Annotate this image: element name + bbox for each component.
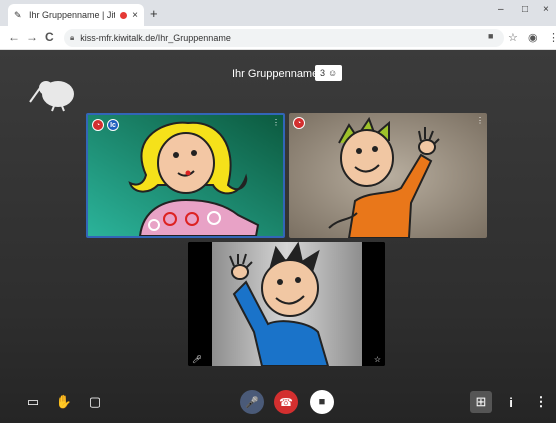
boy-blue-drawing	[188, 242, 385, 366]
star-icon[interactable]: ☆	[374, 355, 381, 364]
mic-muted-icon: 🎤	[245, 396, 259, 409]
room-name: Ihr Gruppenname	[232, 68, 319, 80]
url-field[interactable]: 🔒︎ kiss-mfr.kiwitalk.de/Ihr_Gruppenname	[64, 29, 504, 47]
camera-permission-icon[interactable]: ■	[488, 31, 493, 41]
video-tile-girl[interactable]: ◔ Ic ⋮	[86, 113, 285, 238]
browser-menu-icon[interactable]: ⋮	[548, 31, 556, 44]
maximize-button[interactable]: □	[522, 4, 528, 15]
kiwi-logo-icon	[29, 81, 74, 112]
tab-title: Ihr Gruppenname | Jitsi Meet	[29, 10, 115, 20]
address-bar-row: ← → C 🔒︎ kiss-mfr.kiwitalk.de/Ihr_Gruppe…	[0, 26, 556, 50]
chat-button[interactable]: ▢	[84, 391, 106, 413]
muted-mic-icon: 🎤︎	[192, 355, 203, 364]
hangup-button[interactable]: ☎	[274, 390, 298, 414]
tab-close-icon[interactable]: ×	[132, 10, 138, 21]
forward-button[interactable]: →	[26, 30, 38, 44]
tile-menu-icon[interactable]: ⋮	[272, 118, 280, 127]
girl-drawing	[88, 115, 283, 236]
meeting-toolbar: ▭ ✋ ▢ 🎤 ☎ ■ ⊞ i ⋮	[0, 383, 556, 423]
close-window-button[interactable]: ×	[543, 4, 549, 15]
camera-icon: ■	[318, 396, 326, 408]
video-tile-boy-orange[interactable]: ◔ ⋮	[289, 113, 487, 238]
camera-toggle-button[interactable]: ■	[310, 390, 334, 414]
hangup-icon: ☎	[279, 396, 293, 409]
url-text: kiss-mfr.kiwitalk.de/Ihr_Gruppenname	[80, 33, 231, 43]
profile-icon[interactable]: ◉	[528, 31, 538, 44]
meeting-stage: Ihr Gruppenname 3 ☺ ◔ Ic ⋮ ◔ ⋮ 🎤︎ ☆ ▭ ✋ …	[0, 50, 556, 423]
recording-indicator-icon	[120, 11, 128, 19]
boy-orange-drawing	[289, 113, 487, 238]
minimize-button[interactable]: –	[498, 4, 504, 15]
browser-tab-strip: ✎ Ihr Gruppenname | Jitsi Meet × + – □ ×	[0, 0, 556, 26]
participant-count-badge[interactable]: 3 ☺	[315, 65, 343, 81]
screen-share-button[interactable]: ▭	[22, 391, 44, 413]
info-button[interactable]: i	[500, 391, 522, 413]
participants-icon: ☺	[328, 68, 338, 78]
participant-count: 3	[320, 68, 326, 78]
speaker-stats-icon-2: ◔	[293, 117, 305, 129]
reload-button[interactable]: C	[45, 30, 54, 44]
more-actions-button[interactable]: ⋮	[530, 391, 552, 413]
back-button[interactable]: ←	[8, 30, 20, 44]
jitsi-favicon-icon: ✎	[14, 10, 22, 20]
video-tile-boy-blue[interactable]: 🎤︎ ☆	[188, 242, 385, 366]
speaker-stats-icon: ◔	[92, 119, 104, 131]
tile-menu-icon-2[interactable]: ⋮	[476, 116, 484, 125]
lock-icon: 🔒︎	[70, 33, 75, 42]
browser-tab[interactable]: ✎ Ihr Gruppenname | Jitsi Meet ×	[8, 4, 144, 26]
raise-hand-button[interactable]: ✋	[53, 391, 75, 413]
mic-toggle-button[interactable]: 🎤	[240, 390, 264, 414]
new-tab-button[interactable]: +	[150, 6, 158, 21]
user-initials-icon: Ic	[107, 119, 119, 131]
tile-view-button[interactable]: ⊞	[470, 391, 492, 413]
bookmark-star-icon[interactable]: ☆	[508, 31, 518, 44]
